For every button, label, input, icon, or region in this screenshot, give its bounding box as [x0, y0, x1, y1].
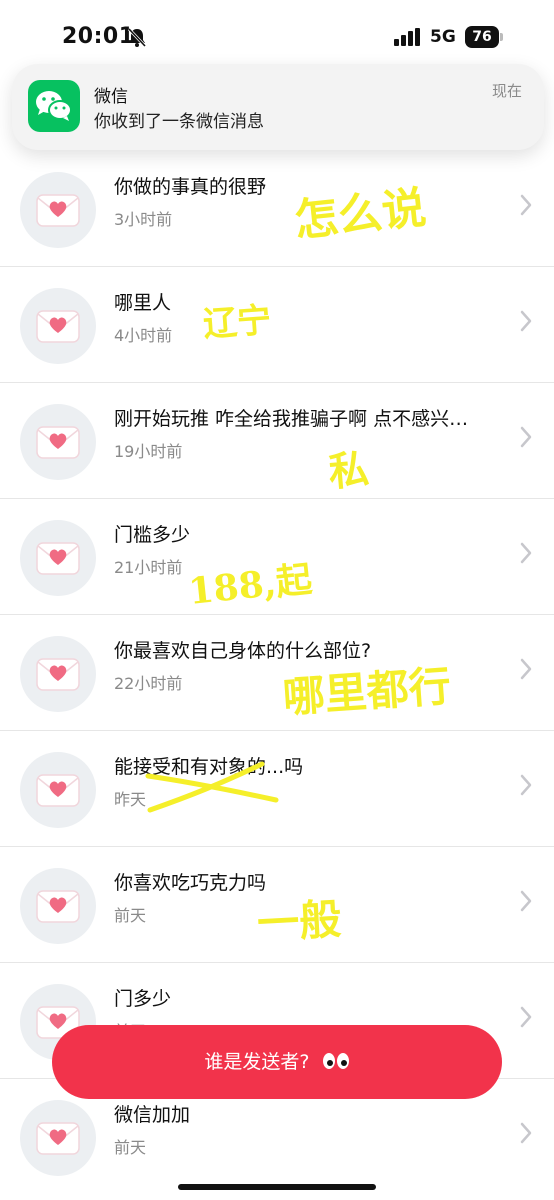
message-title: 门多少: [114, 988, 172, 1010]
message-title: 微信加加: [114, 1104, 191, 1126]
chevron-right-icon: [520, 310, 532, 332]
who-is-sender-button[interactable]: 谁是发送者?: [52, 1025, 502, 1099]
message-time: 前天: [114, 906, 147, 925]
battery-level: 76: [465, 26, 499, 48]
message-title: 你最喜欢自己身体的什么部位?: [114, 640, 372, 662]
envelope-heart-icon: [20, 520, 96, 596]
clock: 20:01: [62, 24, 135, 49]
envelope-heart-icon: [20, 868, 96, 944]
chevron-right-icon: [520, 1006, 532, 1028]
list-item[interactable]: 门槛多少 21小时前: [0, 498, 554, 615]
silent-bell-icon: [127, 27, 147, 48]
message-title: 你做的事真的很野: [114, 176, 267, 198]
notification-time: 现在: [491, 82, 522, 100]
message-title: 刚开始玩推 咋全给我推骗子啊 点不感兴…: [114, 408, 469, 430]
chevron-right-icon: [520, 542, 532, 564]
chevron-right-icon: [520, 890, 532, 912]
envelope-heart-icon: [20, 404, 96, 480]
message-time: 3小时前: [114, 210, 173, 229]
message-time: 昨天: [114, 790, 147, 809]
message-time: 4小时前: [114, 326, 173, 345]
eyes-icon: [322, 1052, 349, 1069]
list-item[interactable]: 哪里人 4小时前: [0, 266, 554, 383]
message-time: 前天: [114, 1138, 147, 1157]
message-title: 门槛多少: [114, 524, 191, 546]
chevron-right-icon: [520, 658, 532, 680]
list-item[interactable]: 你做的事真的很野 3小时前: [0, 150, 554, 267]
message-title: 哪里人: [114, 292, 172, 314]
battery-icon: 76: [465, 26, 505, 48]
list-item[interactable]: 你最喜欢自己身体的什么部位? 22小时前: [0, 614, 554, 731]
signal-icon: [394, 28, 420, 46]
notification-message: 你收到了一条微信消息: [94, 112, 264, 132]
envelope-heart-icon: [20, 752, 96, 828]
network-type: 5G: [430, 27, 456, 47]
chevron-right-icon: [520, 194, 532, 216]
list-item[interactable]: 能接受和有对象的...吗 昨天: [0, 730, 554, 847]
list-item[interactable]: 刚开始玩推 咋全给我推骗子啊 点不感兴… 19小时前: [0, 382, 554, 499]
envelope-heart-icon: [20, 1100, 96, 1176]
envelope-heart-icon: [20, 288, 96, 364]
list-item[interactable]: 你喜欢吃巧克力吗 前天: [0, 846, 554, 963]
message-time: 19小时前: [114, 442, 183, 461]
home-indicator[interactable]: [178, 1184, 376, 1190]
cta-label: 谁是发送者?: [204, 1051, 310, 1073]
notification-banner[interactable]: 微信 你收到了一条微信消息 现在: [12, 64, 544, 150]
chevron-right-icon: [520, 774, 532, 796]
notification-app-name: 微信: [94, 87, 128, 107]
chevron-right-icon: [520, 426, 532, 448]
message-time: 22小时前: [114, 674, 183, 693]
message-title: 你喜欢吃巧克力吗: [114, 872, 267, 894]
chevron-right-icon: [520, 1122, 532, 1144]
message-title: 能接受和有对象的...吗: [114, 756, 304, 778]
wechat-icon: [28, 80, 80, 132]
envelope-heart-icon: [20, 172, 96, 248]
envelope-heart-icon: [20, 636, 96, 712]
message-time: 21小时前: [114, 558, 183, 577]
